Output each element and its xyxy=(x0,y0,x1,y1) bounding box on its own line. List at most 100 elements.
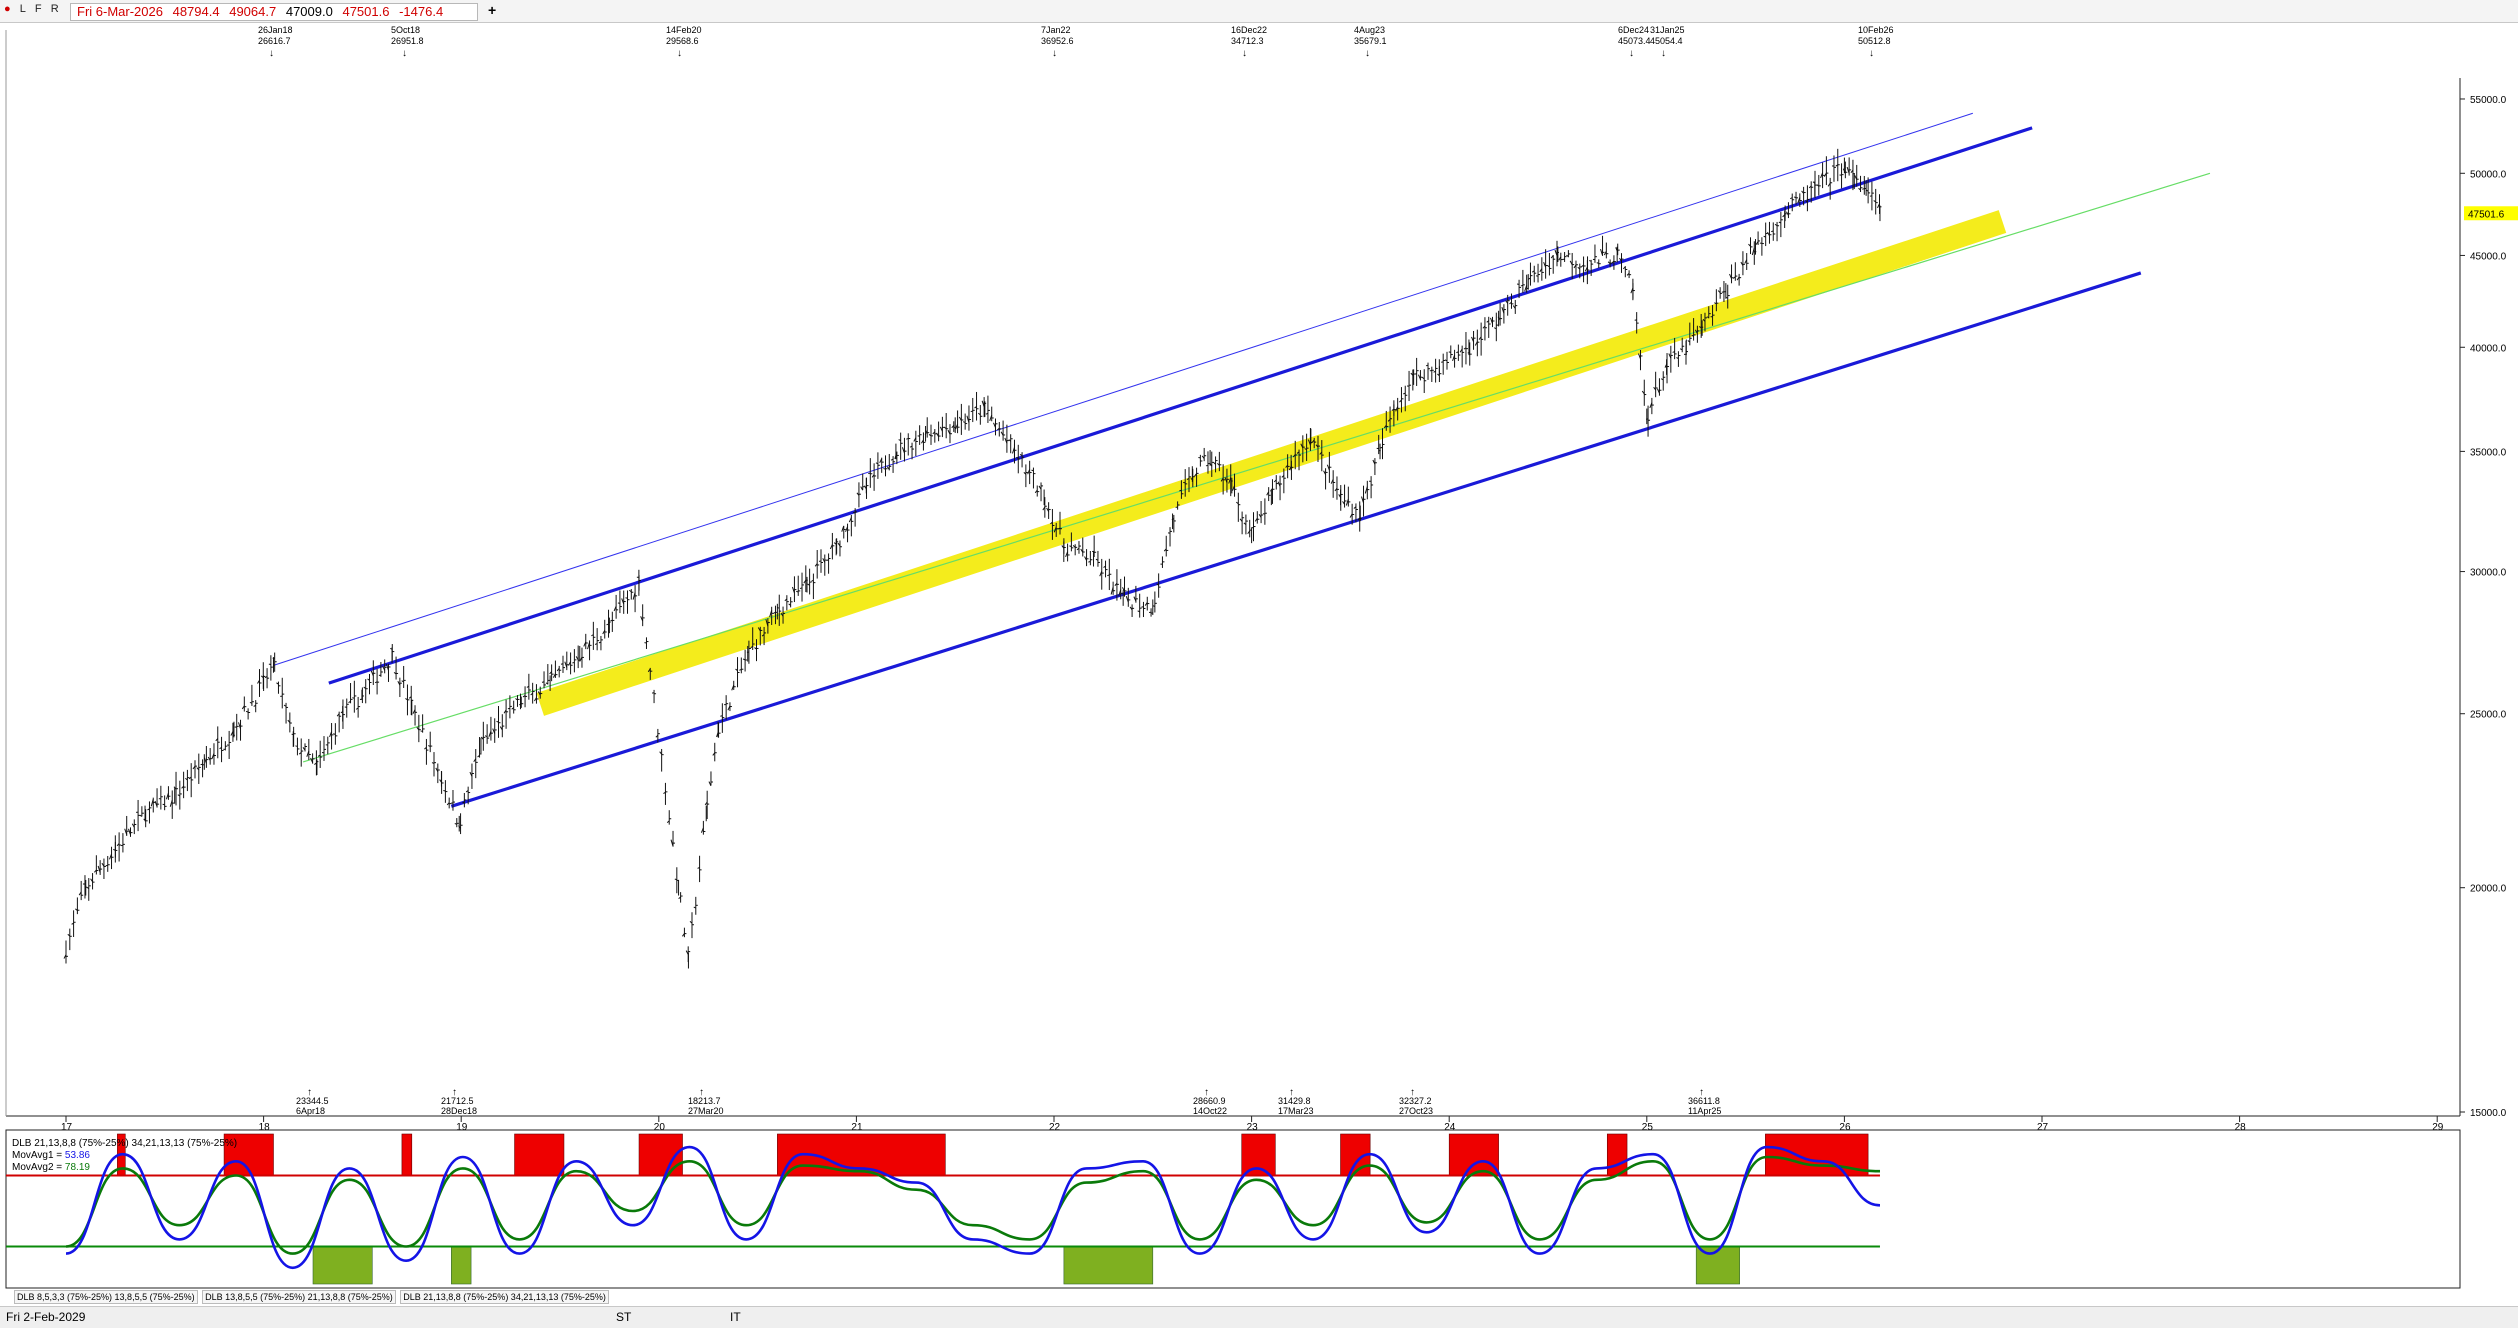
price-bar xyxy=(1513,300,1517,314)
pivot-date: 26Jan18 xyxy=(258,25,293,35)
price-bar xyxy=(166,786,170,800)
price-bar xyxy=(663,783,667,805)
price-bar xyxy=(959,404,963,435)
price-bar xyxy=(349,683,353,703)
l-button[interactable]: L xyxy=(20,3,26,15)
price-bar xyxy=(1756,231,1760,245)
price-bar xyxy=(1741,251,1745,275)
price-bar xyxy=(1001,421,1005,441)
indicator-tab[interactable]: DLB 13,8,5,5 (75%-25%) 21,13,8,8 (75%-25… xyxy=(202,1290,396,1304)
price-bar xyxy=(580,648,584,668)
price-bar xyxy=(1081,538,1085,557)
price-bar xyxy=(1111,582,1115,595)
price-bar xyxy=(159,786,163,810)
price-bar xyxy=(68,929,72,950)
price-bar xyxy=(1324,468,1328,489)
price-bar xyxy=(956,410,960,433)
price-bar xyxy=(1331,470,1335,498)
indicator-tab[interactable]: DLB 21,13,8,8 (75%-25%) 34,21,13,13 (75%… xyxy=(400,1290,609,1304)
price-bar xyxy=(125,816,129,836)
price-bar xyxy=(1100,559,1104,590)
price-bar xyxy=(1343,485,1347,508)
price-bar xyxy=(144,809,148,827)
chart-area[interactable]: 55000.050000.045000.040000.035000.030000… xyxy=(0,22,2518,1306)
indicator-tab[interactable]: DLB 8,5,3,3 (75%-25%) 13,8,5,5 (75%-25%) xyxy=(14,1290,198,1304)
price-bar xyxy=(694,897,698,915)
price-bar xyxy=(709,771,713,785)
down-arrow-icon: ↓ xyxy=(269,48,274,59)
f-button[interactable]: F xyxy=(35,3,42,15)
price-bar xyxy=(132,819,136,834)
bar-open xyxy=(1589,261,1591,262)
price-bar xyxy=(1760,237,1764,255)
upper-channel[interactable] xyxy=(329,128,2032,683)
price-bar xyxy=(720,703,724,733)
price-bar xyxy=(1836,149,1840,181)
top-pivot-label: 31Jan2545054.4↓ xyxy=(1650,25,1685,59)
price-bar xyxy=(830,533,834,559)
price-bar xyxy=(940,417,944,437)
price-bar xyxy=(409,686,413,715)
price-bar xyxy=(1737,274,1741,286)
price-bar xyxy=(276,682,280,694)
price-bar xyxy=(588,640,592,660)
price-bar xyxy=(967,405,971,430)
price-bar xyxy=(1771,222,1775,240)
price-bar xyxy=(493,718,497,743)
record-icon[interactable]: ● xyxy=(4,3,11,15)
lower-channel[interactable] xyxy=(451,273,2140,806)
bar-open xyxy=(1107,575,1109,576)
price-bar xyxy=(849,515,853,536)
price-bar xyxy=(595,628,599,650)
down-arrow-icon: ↓ xyxy=(1052,48,1057,59)
price-bar xyxy=(1840,163,1844,188)
pivot-date: 17Mar23 xyxy=(1278,1106,1314,1116)
oscillator-plot xyxy=(6,1134,1880,1284)
pivot-value: 45054.4 xyxy=(1650,36,1683,46)
down-arrow-icon: ↓ xyxy=(677,48,682,59)
price-bar xyxy=(667,810,671,824)
upper-thin[interactable] xyxy=(273,113,1972,665)
status-date: Fri 2-Feb-2029 xyxy=(6,1310,85,1324)
price-bar xyxy=(322,736,326,761)
price-bar xyxy=(432,752,436,776)
add-button[interactable]: + xyxy=(488,2,496,18)
pivot-value: 26616.7 xyxy=(258,36,291,46)
price-bar xyxy=(269,655,273,680)
price-bar xyxy=(1009,434,1013,453)
overbought-zone xyxy=(1449,1134,1498,1176)
pivot-value: 35679.1 xyxy=(1354,36,1387,46)
down-arrow-icon: ↓ xyxy=(1242,48,1247,59)
price-bar xyxy=(1236,493,1240,522)
price-bar xyxy=(1491,317,1495,327)
quote-date: Fri 6-Mar-2026 xyxy=(77,4,163,19)
down-arrow-icon: ↓ xyxy=(1365,48,1370,59)
price-bar xyxy=(671,831,675,847)
price-bar xyxy=(1066,544,1070,562)
pivot-date: 14Feb20 xyxy=(666,25,702,35)
price-bar xyxy=(701,821,705,835)
price-bar xyxy=(257,669,261,697)
price-bar xyxy=(1426,363,1430,380)
oversold-zone xyxy=(1064,1247,1153,1285)
bottom-pivot-label: ↑21712.528Dec18 xyxy=(441,1087,477,1116)
price-bar xyxy=(1077,541,1081,554)
top-pivot-label: 26Jan1826616.7 ↓ xyxy=(258,25,293,59)
bar-open xyxy=(1380,447,1382,448)
price-bar xyxy=(975,392,979,421)
price-bar xyxy=(424,739,428,765)
price-bar xyxy=(743,650,747,672)
price-bar xyxy=(1365,481,1369,499)
y-tick-label: 50000.0 xyxy=(2470,169,2507,180)
price-bar xyxy=(1160,556,1164,568)
green-midline[interactable] xyxy=(303,173,2210,762)
pivot-date: 27Oct23 xyxy=(1399,1106,1433,1116)
r-button[interactable]: R xyxy=(51,3,59,15)
x-tick-label: 28 xyxy=(2235,1122,2247,1133)
price-bar xyxy=(857,482,861,507)
price-bar xyxy=(1430,367,1434,382)
price-bar xyxy=(447,798,451,809)
bar-open xyxy=(1179,490,1181,491)
bar-open xyxy=(163,804,165,805)
price-bar xyxy=(1244,515,1248,535)
